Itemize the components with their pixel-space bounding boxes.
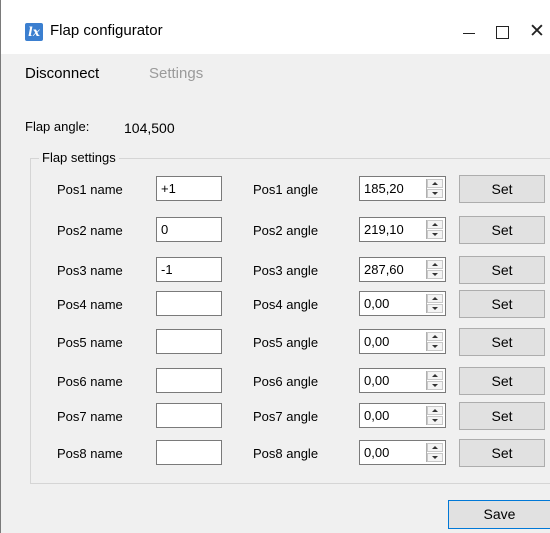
spin-down-icon[interactable] xyxy=(427,416,443,425)
maximize-icon xyxy=(496,26,509,39)
menu-bar: Disconnect Settings xyxy=(1,54,550,90)
pos7-angle-spinbox[interactable]: 0,00 xyxy=(359,403,446,428)
pos2-angle-spinbox[interactable]: 219,10 xyxy=(359,217,446,242)
spin-down-icon[interactable] xyxy=(427,381,443,390)
position-row-4: Pos4 name Pos4 angle 0,00 Set xyxy=(1,290,550,318)
pos-name-label: Pos3 name xyxy=(57,263,123,278)
pos1-name-input[interactable] xyxy=(156,176,222,201)
spin-down-icon[interactable] xyxy=(427,453,443,462)
flap-settings-title: Flap settings xyxy=(39,150,119,165)
pos-name-label: Pos2 name xyxy=(57,223,123,238)
spin-up-icon[interactable] xyxy=(427,406,443,415)
flap-configurator-window: lx Flap configurator ✕ Disconnect Settin… xyxy=(0,0,550,533)
pos3-angle-spinbox[interactable]: 287,60 xyxy=(359,257,446,282)
title-bar[interactable]: lx Flap configurator ✕ xyxy=(1,0,550,54)
spin-up-icon[interactable] xyxy=(427,260,443,269)
spin-up-icon[interactable] xyxy=(427,332,443,341)
angle-value: 219,10 xyxy=(364,222,404,237)
pos-name-label: Pos5 name xyxy=(57,335,123,350)
angle-value: 287,60 xyxy=(364,262,404,277)
pos2-name-input[interactable] xyxy=(156,217,222,242)
pos8-set-button[interactable]: Set xyxy=(459,439,545,467)
close-icon: ✕ xyxy=(529,21,545,42)
spin-up-icon[interactable] xyxy=(427,220,443,229)
pos7-name-input[interactable] xyxy=(156,403,222,428)
spinner xyxy=(426,220,443,239)
pos2-set-button[interactable]: Set xyxy=(459,216,545,244)
pos1-angle-spinbox[interactable]: 185,20 xyxy=(359,176,446,201)
spinner xyxy=(426,443,443,462)
pos4-angle-spinbox[interactable]: 0,00 xyxy=(359,291,446,316)
position-row-2: Pos2 name Pos2 angle 219,10 Set xyxy=(1,216,550,244)
menu-settings[interactable]: Settings xyxy=(149,65,203,82)
spinner xyxy=(426,294,443,313)
minimize-icon xyxy=(463,33,475,34)
spinner xyxy=(426,260,443,279)
flap-settings-group xyxy=(30,158,550,484)
spin-down-icon[interactable] xyxy=(427,189,443,198)
pos6-name-input[interactable] xyxy=(156,368,222,393)
save-button[interactable]: Save xyxy=(448,500,550,529)
pos-name-label: Pos8 name xyxy=(57,446,123,461)
spinner xyxy=(426,406,443,425)
spin-up-icon[interactable] xyxy=(427,179,443,188)
flap-angle-value: 104,500 xyxy=(124,120,175,136)
position-row-1: Pos1 name Pos1 angle 185,20 Set xyxy=(1,175,550,203)
spinner xyxy=(426,332,443,351)
angle-value: 0,00 xyxy=(364,373,390,388)
spin-down-icon[interactable] xyxy=(427,270,443,279)
position-row-6: Pos6 name Pos6 angle 0,00 Set xyxy=(1,367,550,395)
spinner xyxy=(426,179,443,198)
pos8-name-input[interactable] xyxy=(156,440,222,465)
position-row-3: Pos3 name Pos3 angle 287,60 Set xyxy=(1,256,550,284)
position-row-8: Pos8 name Pos8 angle 0,00 Set xyxy=(1,439,550,467)
pos4-name-input[interactable] xyxy=(156,291,222,316)
close-button[interactable]: ✕ xyxy=(514,14,550,50)
pos7-set-button[interactable]: Set xyxy=(459,402,545,430)
spin-up-icon[interactable] xyxy=(427,443,443,452)
angle-value: 0,00 xyxy=(364,334,390,349)
flap-angle-label: Flap angle: xyxy=(25,119,90,134)
position-row-5: Pos5 name Pos5 angle 0,00 Set xyxy=(1,328,550,356)
app-icon: lx xyxy=(25,23,43,41)
pos-name-label: Pos4 name xyxy=(57,297,123,312)
spin-down-icon[interactable] xyxy=(427,304,443,313)
spin-up-icon[interactable] xyxy=(427,371,443,380)
pos4-set-button[interactable]: Set xyxy=(459,290,545,318)
menu-disconnect[interactable]: Disconnect xyxy=(25,65,99,82)
pos-angle-label: Pos2 angle xyxy=(253,223,319,238)
pos1-set-button[interactable]: Set xyxy=(459,175,545,203)
position-row-7: Pos7 name Pos7 angle 0,00 Set xyxy=(1,402,550,430)
angle-value: 0,00 xyxy=(364,296,390,311)
pos-angle-label: Pos4 angle xyxy=(253,297,319,312)
spinner xyxy=(426,371,443,390)
angle-value: 0,00 xyxy=(364,408,390,423)
pos-angle-label: Pos8 angle xyxy=(253,446,319,461)
pos-name-label: Pos1 name xyxy=(57,182,123,197)
pos6-set-button[interactable]: Set xyxy=(459,367,545,395)
pos3-name-input[interactable] xyxy=(156,257,222,282)
pos5-angle-spinbox[interactable]: 0,00 xyxy=(359,329,446,354)
pos-angle-label: Pos6 angle xyxy=(253,374,319,389)
pos-name-label: Pos7 name xyxy=(57,409,123,424)
pos5-name-input[interactable] xyxy=(156,329,222,354)
pos8-angle-spinbox[interactable]: 0,00 xyxy=(359,440,446,465)
spin-down-icon[interactable] xyxy=(427,230,443,239)
spin-up-icon[interactable] xyxy=(427,294,443,303)
pos3-set-button[interactable]: Set xyxy=(459,256,545,284)
pos-angle-label: Pos1 angle xyxy=(253,182,319,197)
window-title: Flap configurator xyxy=(50,22,163,39)
pos-angle-label: Pos5 angle xyxy=(253,335,319,350)
pos-name-label: Pos6 name xyxy=(57,374,123,389)
angle-value: 0,00 xyxy=(364,445,390,460)
pos-angle-label: Pos3 angle xyxy=(253,263,319,278)
spin-down-icon[interactable] xyxy=(427,342,443,351)
pos5-set-button[interactable]: Set xyxy=(459,328,545,356)
pos6-angle-spinbox[interactable]: 0,00 xyxy=(359,368,446,393)
angle-value: 185,20 xyxy=(364,181,404,196)
pos-angle-label: Pos7 angle xyxy=(253,409,319,424)
